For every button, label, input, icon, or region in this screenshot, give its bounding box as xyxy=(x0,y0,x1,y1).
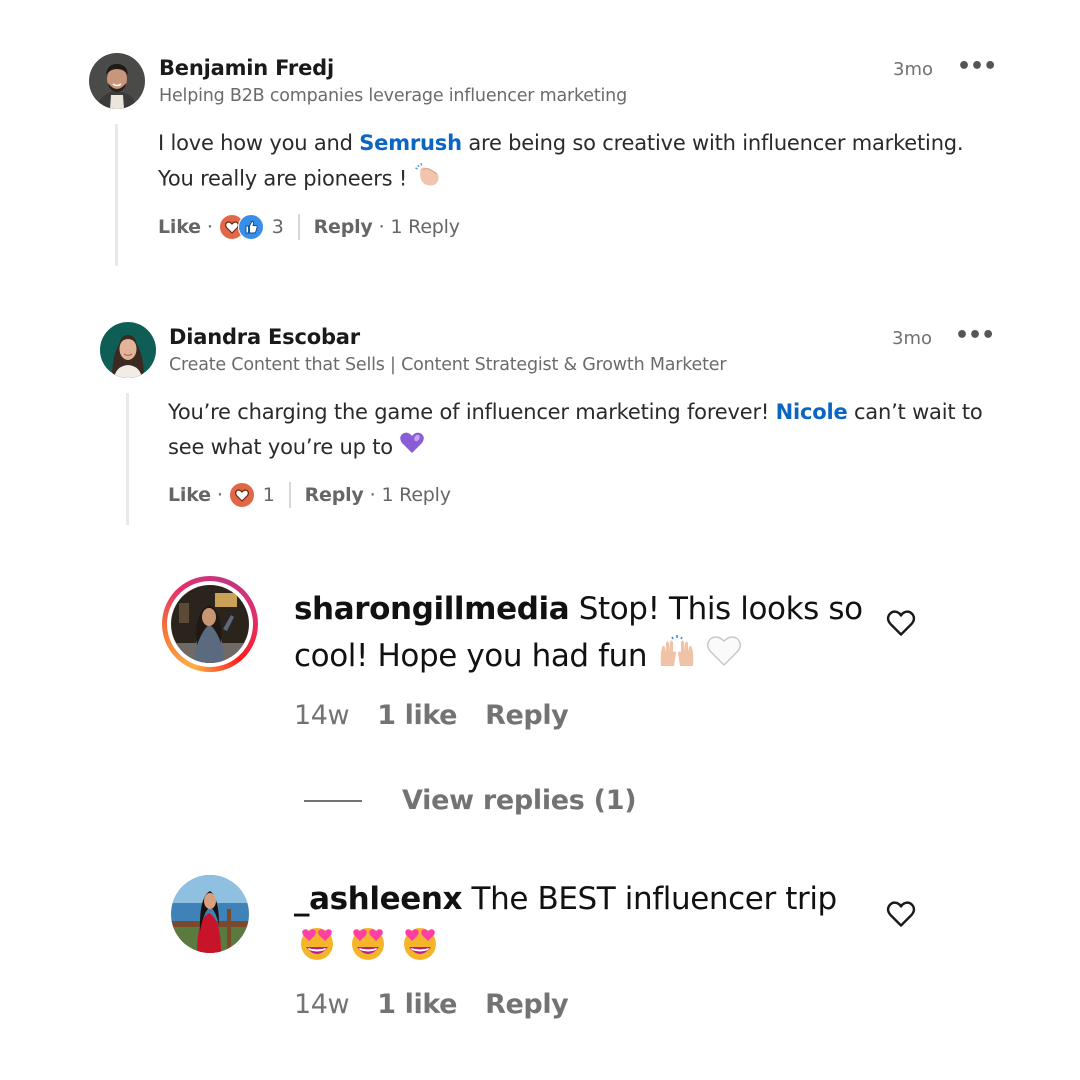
replies-count-link[interactable]: 1 Reply xyxy=(381,484,451,506)
reactions-summary[interactable]: 3 xyxy=(218,214,284,240)
comment-meta: 14w 1 like Reply xyxy=(294,989,569,1020)
divider xyxy=(288,482,291,508)
comment-actions: Like · 1 Reply · 1 Reply xyxy=(168,482,451,508)
like-comment-button[interactable] xyxy=(886,609,916,639)
view-replies-label: View replies (1) xyxy=(402,785,637,816)
separator-dot: · xyxy=(378,216,385,238)
more-options-button[interactable]: ••• xyxy=(955,323,995,348)
white-heart-icon xyxy=(706,634,742,681)
comment-time: 3mo xyxy=(893,59,933,80)
comment-time: 14w xyxy=(294,700,350,731)
comment-body: I love how you and Semrush are being so … xyxy=(158,126,1038,198)
comment-text: You’re charging the game of influencer m… xyxy=(168,400,776,424)
avatar xyxy=(171,585,249,663)
mention-link[interactable]: Semrush xyxy=(359,131,462,155)
instagram-comment: sharongillmedia Stop! This looks so cool… xyxy=(0,560,1080,840)
reaction-count: 1 xyxy=(262,484,275,506)
linkedin-comment: Diandra Escobar Create Content that Sell… xyxy=(0,300,1080,540)
like-reaction-icon xyxy=(237,214,264,240)
purple-heart-icon xyxy=(399,431,425,466)
ellipsis-icon: ••• xyxy=(955,323,995,348)
linkedin-comment: Benjamin Fredj Helping B2B companies lev… xyxy=(0,0,1080,280)
comment-text: can’t wait to xyxy=(847,400,983,424)
mention-link[interactable]: Nicole xyxy=(776,400,848,424)
comment-text: are being so creative with influencer ma… xyxy=(461,131,964,155)
comment-actions: Like · 3 Reply · 1 Reply xyxy=(158,214,460,240)
raising-hands-icon xyxy=(657,634,697,682)
reactions-summary[interactable]: 1 xyxy=(228,482,275,508)
avatar[interactable] xyxy=(89,53,145,109)
comment-text: Stop! This looks so xyxy=(569,591,863,627)
separator-dot: · xyxy=(369,484,376,506)
avatar[interactable] xyxy=(100,322,156,378)
comment-time: 14w xyxy=(294,989,350,1020)
reply-button[interactable]: Reply xyxy=(485,700,569,731)
separator-dot: · xyxy=(216,484,223,506)
author-name[interactable]: Diandra Escobar xyxy=(169,325,360,349)
like-comment-button[interactable] xyxy=(886,900,916,930)
comment-body: sharongillmedia Stop! This looks so cool… xyxy=(294,586,874,682)
heart-eyes-icon xyxy=(401,925,439,975)
love-reaction-icon xyxy=(228,482,255,508)
like-button[interactable]: Like xyxy=(168,484,211,506)
reply-button[interactable]: Reply xyxy=(314,216,373,238)
divider-line xyxy=(304,799,362,802)
clapping-hands-icon xyxy=(414,161,442,198)
comment-meta: 14w 1 like Reply xyxy=(294,700,569,731)
likes-count-link[interactable]: 1 like xyxy=(377,989,457,1020)
comment-text: cool! Hope you had fun xyxy=(294,638,657,674)
reply-button[interactable]: Reply xyxy=(485,989,569,1020)
separator-dot: · xyxy=(206,216,213,238)
heart-outline-icon xyxy=(886,901,916,927)
more-options-button[interactable]: ••• xyxy=(957,54,997,79)
comment-time: 3mo xyxy=(892,328,932,349)
comment-text: I love how you and xyxy=(158,131,360,155)
divider xyxy=(297,214,300,240)
comment-body: _ashleenx The BEST influencer trip xyxy=(294,876,874,975)
heart-eyes-icon xyxy=(298,925,336,975)
reaction-count: 3 xyxy=(271,216,284,238)
comment-body: You’re charging the game of influencer m… xyxy=(168,395,1048,466)
author-headline: Helping B2B companies leverage influence… xyxy=(159,86,627,106)
reply-button[interactable]: Reply xyxy=(305,484,364,506)
likes-count-link[interactable]: 1 like xyxy=(377,700,457,731)
thread-line xyxy=(126,393,129,525)
comment-text: The BEST influencer trip xyxy=(462,881,838,917)
view-replies-button[interactable]: View replies (1) xyxy=(304,785,637,816)
author-name[interactable]: Benjamin Fredj xyxy=(159,56,334,80)
heart-eyes-icon xyxy=(349,925,387,975)
username-link[interactable]: sharongillmedia xyxy=(294,591,570,627)
username-link[interactable]: _ashleenx xyxy=(294,881,462,917)
heart-outline-icon xyxy=(886,610,916,636)
like-button[interactable]: Like xyxy=(158,216,201,238)
replies-count-link[interactable]: 1 Reply xyxy=(390,216,460,238)
author-headline: Create Content that Sells | Content Stra… xyxy=(169,355,727,375)
instagram-comment: _ashleenx The BEST influencer trip 14w 1… xyxy=(0,860,1080,1060)
ellipsis-icon: ••• xyxy=(957,54,997,79)
comment-text: see what you’re up to xyxy=(168,435,400,459)
thread-line xyxy=(115,124,118,266)
avatar[interactable] xyxy=(171,875,249,953)
comment-text: You really are pioneers ! xyxy=(158,166,414,191)
story-ring-avatar[interactable] xyxy=(162,576,258,672)
